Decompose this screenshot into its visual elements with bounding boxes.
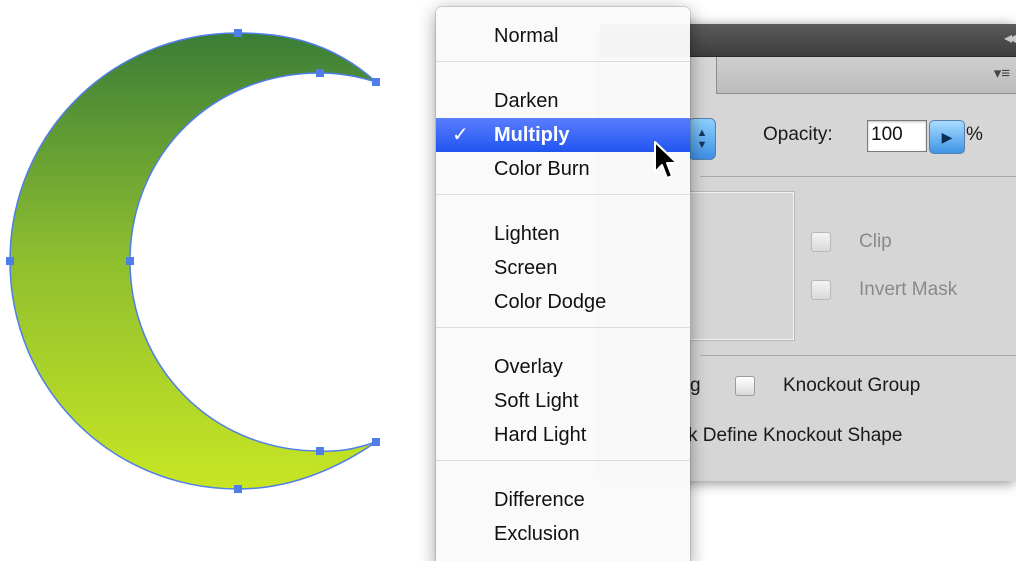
anchor-point <box>372 438 380 446</box>
menu-item-label: Lighten <box>494 223 560 245</box>
menu-item-lighten[interactable]: Lighten <box>436 217 690 251</box>
menu-item-label: Soft Light <box>494 390 579 412</box>
menu-item-label: Exclusion <box>494 523 580 545</box>
menu-item-hard-light[interactable]: Hard Light <box>436 418 690 452</box>
anchor-point <box>316 69 324 77</box>
menu-item-darken[interactable]: Darken <box>436 84 690 118</box>
menu-item-soft-light[interactable]: Soft Light <box>436 384 690 418</box>
blend-mode-select-arrows[interactable]: ▲ ▼ <box>688 118 716 160</box>
menu-item-label: Normal <box>494 25 559 47</box>
opacity-unit: % <box>966 124 983 145</box>
chevron-up-icon: ▲ <box>696 127 708 139</box>
menu-item-label: Overlay <box>494 356 563 378</box>
clip-checkbox[interactable] <box>811 232 831 252</box>
menu-item-exclusion[interactable]: Exclusion <box>436 517 690 551</box>
invert-mask-label: Invert Mask <box>859 279 958 300</box>
anchor-point <box>316 447 324 455</box>
menu-item-label: Color Dodge <box>494 291 607 313</box>
anchor-point <box>372 78 380 86</box>
menu-item-label: Hard Light <box>494 424 587 446</box>
opacity-label: Opacity: <box>763 124 833 145</box>
mouse-cursor-icon <box>654 141 678 179</box>
menu-separator <box>436 194 690 195</box>
menu-item-difference[interactable]: Difference <box>436 483 690 517</box>
chevron-down-icon: ▼ <box>696 139 708 151</box>
invert-mask-checkbox[interactable] <box>811 280 831 300</box>
menu-item-normal[interactable]: Normal <box>436 19 690 53</box>
menu-item-label: Multiply <box>494 124 570 146</box>
anchor-point <box>126 257 134 265</box>
crescent-shape[interactable] <box>9 32 377 490</box>
opacity-popup-button[interactable]: ▶ <box>929 120 965 154</box>
anchor-point <box>234 29 242 37</box>
knockout-group-label: Knockout Group <box>783 375 921 396</box>
menu-separator <box>436 327 690 328</box>
menu-item-overlay[interactable]: Overlay <box>436 350 690 384</box>
blend-mode-menu: Normal Darken ✓ Multiply Color Burn Lighten Sc… <box>436 7 690 561</box>
double-chevron-icon[interactable]: ◂◂ <box>1004 29 1016 49</box>
crescent-artwork[interactable] <box>0 0 440 561</box>
opacity-input[interactable]: 100 <box>867 120 927 152</box>
menu-item-label: Screen <box>494 257 558 279</box>
divider <box>700 355 1016 356</box>
opacity-mask-thumbnail[interactable] <box>689 191 795 341</box>
define-knockout-shape-label: k Define Knockout Shape <box>688 425 903 446</box>
menu-item-screen[interactable]: Screen <box>436 251 690 285</box>
screen: ◂◂ ▾≡ ▲ ▼ Opacity: 100 ▶ % Clip Invert M… <box>0 0 1016 561</box>
menu-separator <box>436 460 690 461</box>
panel-menu-icon[interactable]: ▾≡ <box>994 65 1010 83</box>
menu-item-label: Color Burn <box>494 158 590 180</box>
menu-item-color-dodge[interactable]: Color Dodge <box>436 285 690 319</box>
menu-separator <box>436 61 690 62</box>
anchor-point <box>6 257 14 265</box>
isolate-blending-label: g <box>690 375 701 396</box>
divider <box>700 176 1016 177</box>
anchor-point <box>234 485 242 493</box>
menu-item-label: Difference <box>494 489 585 511</box>
clip-label: Clip <box>859 231 892 252</box>
checkmark-icon: ✓ <box>452 124 469 146</box>
menu-item-label: Darken <box>494 90 559 112</box>
knockout-group-checkbox[interactable] <box>735 376 755 396</box>
